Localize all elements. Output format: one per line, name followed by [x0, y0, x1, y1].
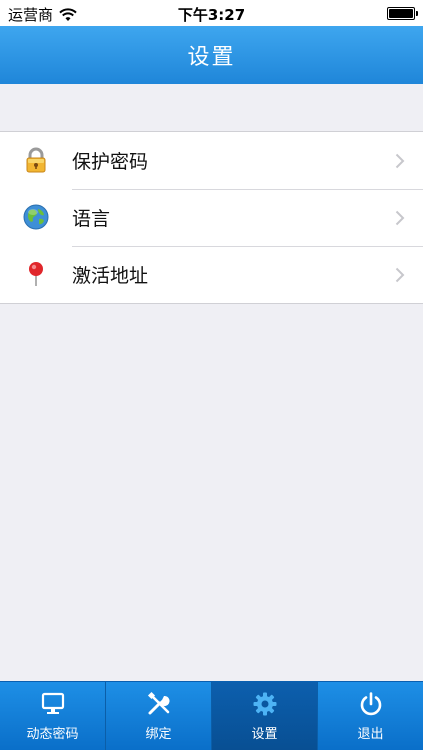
chevron-right-icon — [395, 153, 405, 169]
settings-item-protect-password[interactable]: 保护密码 — [0, 132, 423, 189]
globe-icon — [23, 204, 49, 230]
settings-item-label: 激活地址 — [72, 265, 149, 287]
tab-logout[interactable]: 退出 — [318, 682, 423, 750]
settings-item-language[interactable]: 语言 — [0, 189, 423, 246]
map-pin-icon — [29, 262, 43, 286]
status-bar: 运营商 下午3:27 — [0, 0, 423, 26]
settings-list: 保护密码 语言 激活地址 — [0, 131, 423, 304]
tools-icon — [147, 691, 170, 715]
settings-item-activation-address[interactable]: 激活地址 — [0, 246, 423, 303]
tab-dynamic-password[interactable]: 动态密码 — [0, 682, 106, 750]
tab-label: 动态密码 — [26, 727, 79, 742]
settings-item-label: 保护密码 — [72, 151, 149, 173]
chevron-right-icon — [395, 210, 405, 226]
tab-bar: 动态密码 绑定 设置 退出 — [0, 681, 423, 750]
lock-icon — [26, 147, 46, 173]
status-time: 下午3:27 — [177, 6, 246, 24]
tab-label: 设置 — [251, 727, 278, 742]
gear-icon — [253, 692, 276, 716]
chevron-right-icon — [395, 267, 405, 283]
page-title: 设置 — [187, 45, 236, 70]
tab-label: 退出 — [357, 727, 384, 742]
tab-settings[interactable]: 设置 — [212, 682, 318, 750]
monitor-icon — [41, 692, 64, 714]
battery-icon — [387, 7, 418, 20]
settings-screen: 运营商 下午3:27 设置 保护密码 语言 激活地址 动态密码 绑定 设置 退出 — [0, 0, 423, 750]
power-icon — [360, 692, 381, 716]
settings-item-label: 语言 — [72, 208, 111, 230]
tab-bind[interactable]: 绑定 — [106, 682, 212, 750]
tab-label: 绑定 — [145, 727, 172, 742]
nav-bar: 设置 — [0, 26, 423, 84]
